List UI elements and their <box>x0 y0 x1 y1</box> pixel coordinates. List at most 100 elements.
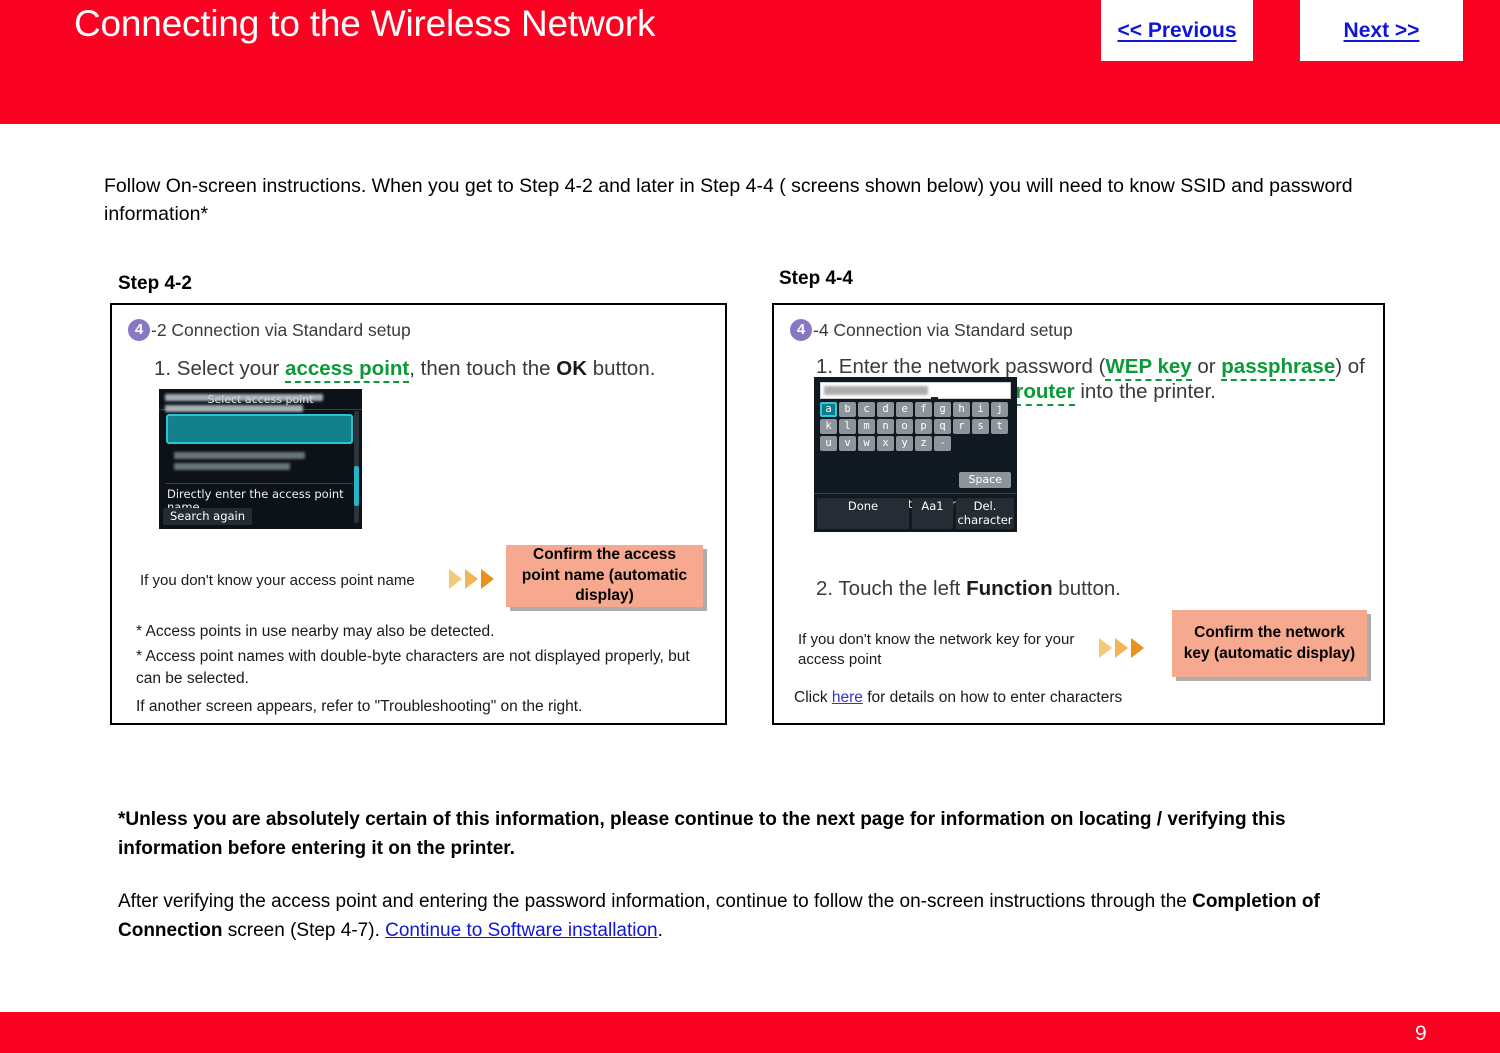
panel-heading-4-4: 4 -4 Connection via Standard setup <box>790 319 1073 341</box>
lcd-delete-character-button[interactable]: Del. character <box>956 498 1014 529</box>
triangle-arrow-icon-3 <box>1131 638 1144 658</box>
panel-heading-4-2: 4 -2 Connection via Standard setup <box>128 319 411 341</box>
lcd-key-a[interactable]: a <box>820 402 837 417</box>
lcd-key-k[interactable]: k <box>820 419 837 434</box>
step-badge-icon: 4 <box>128 319 150 341</box>
previous-link-label[interactable]: << Previous <box>1117 19 1236 43</box>
click-here-line: Click here for details on how to enter c… <box>794 687 1122 709</box>
page-number: 9 <box>1415 1022 1427 1045</box>
bottom-post: . <box>657 919 663 941</box>
step-label-4-4: Step 4-4 <box>779 268 853 289</box>
lcd-key-r[interactable]: r <box>953 419 970 434</box>
lcd-key-row-2[interactable]: k l m n o p q r s t <box>820 419 1017 434</box>
lcd-key-u[interactable]: u <box>820 436 837 451</box>
instruction-or-1: or <box>1191 355 1222 378</box>
lcd-scrollbar[interactable] <box>354 411 359 523</box>
lcd-done-button[interactable]: Done <box>817 498 909 529</box>
instruction-pre: 1. Enter the network password ( <box>816 355 1106 378</box>
router-term: router <box>1015 379 1075 406</box>
function-term: Function <box>966 577 1053 600</box>
step-4-4-panel: 4 -4 Connection via Standard setup 1. En… <box>772 303 1385 725</box>
lcd-divider <box>166 483 353 484</box>
passphrase-term: passphrase <box>1221 355 1336 381</box>
instruction-line-2: 2. Touch the left Function button. <box>816 577 1121 602</box>
lcd-key-v[interactable]: v <box>839 436 856 451</box>
lcd-key-b[interactable]: b <box>839 402 856 417</box>
lcd-select-access-point-screen: Select access point Directly enter the a… <box>159 389 362 529</box>
lcd-key-t[interactable]: t <box>991 419 1008 434</box>
triangle-arrow-icon-2 <box>465 569 478 589</box>
lcd-access-point-row-selected[interactable] <box>165 394 353 444</box>
lcd-password-input[interactable] <box>820 382 1011 399</box>
lcd-key-o[interactable]: o <box>896 419 913 434</box>
bottom-pre: After verifying the access point and ent… <box>118 891 1193 912</box>
click-here-pre: Click <box>794 689 832 706</box>
lcd-key-c[interactable]: c <box>858 402 875 417</box>
triangle-arrow-icon-1 <box>1099 638 1112 658</box>
triangle-arrow-icon-1 <box>449 569 462 589</box>
lcd-key-g[interactable]: g <box>934 402 951 417</box>
lcd-key-y[interactable]: y <box>896 436 913 451</box>
ok-term: OK <box>556 357 588 380</box>
lcd-key-z[interactable]: z <box>915 436 932 451</box>
instruction-2-post: button. <box>1052 577 1121 600</box>
arrow-triangles-icon <box>1099 638 1144 658</box>
bottom-mid: screen (Step 4-7). <box>222 919 386 941</box>
instruction-mid: , then touch the <box>409 357 557 380</box>
lcd-key-i[interactable]: i <box>972 402 989 417</box>
lcd-password-masked-text <box>824 386 928 395</box>
access-point-term: access point <box>285 357 410 383</box>
page-title: Connecting to the Wireless Network <box>74 3 656 44</box>
lcd-access-point-row-2[interactable] <box>166 449 353 479</box>
lcd-space-key[interactable]: Space <box>959 472 1011 488</box>
wep-key-term: WEP key <box>1105 355 1192 381</box>
lcd-keyboard-screen: a b c d e f g h i j k l m n o p q r s t … <box>814 377 1017 532</box>
previous-button[interactable]: << Previous <box>1101 0 1253 61</box>
continue-to-software-installation-link[interactable]: Continue to Software installation <box>385 920 658 941</box>
triangle-arrow-icon-2 <box>1115 638 1128 658</box>
lcd-key-p[interactable]: p <box>915 419 932 434</box>
lcd-key-l[interactable]: l <box>839 419 856 434</box>
lcd-function-row[interactable]: Done Aa1 Del. character <box>814 498 1017 532</box>
lcd-scrollbar-thumb[interactable] <box>354 466 359 506</box>
footer-band <box>0 1012 1500 1053</box>
instruction-pre: 1. Select your <box>154 357 286 380</box>
here-link[interactable]: here <box>832 689 863 706</box>
lcd-key-row-3[interactable]: u v w x y z - <box>820 436 1017 451</box>
panel-heading-text: -4 Connection via Standard setup <box>813 319 1073 340</box>
lcd-aa1-button[interactable]: Aa1 <box>912 498 953 529</box>
next-button[interactable]: Next >> <box>1300 0 1463 61</box>
click-here-post: for details on how to enter characters <box>862 689 1123 706</box>
lcd-key-row-1[interactable]: a b c d e f g h i j <box>820 402 1017 417</box>
lcd-search-again-button[interactable]: Search again <box>163 508 253 525</box>
lcd-key-w[interactable]: w <box>858 436 875 451</box>
next-link-label[interactable]: Next >> <box>1344 19 1420 43</box>
lcd-key-j[interactable]: j <box>991 402 1008 417</box>
step-4-2-panel: 4 -2 Connection via Standard setup 1. Se… <box>110 303 727 725</box>
lcd-key-h[interactable]: h <box>953 402 970 417</box>
lcd-key-s[interactable]: s <box>972 419 989 434</box>
lcd-key-hyphen[interactable]: - <box>934 436 951 451</box>
lcd-key-n[interactable]: n <box>877 419 894 434</box>
note-access-points-nearby: * Access points in use nearby may also b… <box>136 623 495 640</box>
lcd-key-x[interactable]: x <box>877 436 894 451</box>
callout-confirm-access-point-name: Confirm the access point name (automatic… <box>506 545 703 607</box>
step-label-4-2: Step 4-2 <box>118 273 192 294</box>
instruction-line-1: 1. Select your access point, then touch … <box>154 357 656 383</box>
intro-paragraph: Follow On-screen instructions. When you … <box>104 175 1353 226</box>
panel-heading-text: -2 Connection via Standard setup <box>151 319 411 340</box>
note-double-byte-characters: * Access point names with double-byte ch… <box>136 648 690 687</box>
lcd-key-q[interactable]: q <box>934 419 951 434</box>
instruction-post: button. <box>587 357 656 380</box>
bottom-warning-paragraph: *Unless you are absolutely certain of th… <box>118 809 1286 859</box>
lcd-key-m[interactable]: m <box>858 419 875 434</box>
lcd-text-caret <box>930 397 938 399</box>
lcd-key-e[interactable]: e <box>896 402 913 417</box>
lcd-key-grid[interactable]: a b c d e f g h i j k l m n o p q r s t … <box>820 402 1017 451</box>
lcd-key-d[interactable]: d <box>877 402 894 417</box>
instruction-2-pre: 2. Touch the left <box>816 577 967 600</box>
callout-confirm-network-key: Confirm the network key (automatic displ… <box>1172 610 1367 677</box>
hint-text-4-4: If you don't know the network key for yo… <box>798 631 1075 668</box>
bottom-instruction-paragraph: After verifying the access point and ent… <box>118 888 1338 945</box>
lcd-key-f[interactable]: f <box>915 402 932 417</box>
